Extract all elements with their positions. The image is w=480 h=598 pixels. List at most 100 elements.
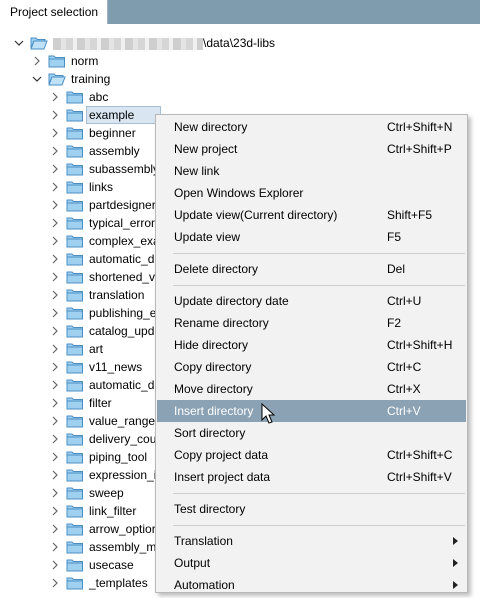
folder-icon	[66, 504, 84, 518]
chevron-right-icon[interactable]	[49, 145, 61, 157]
chevron-right-icon[interactable]	[49, 181, 61, 193]
folder-open-icon	[48, 72, 66, 86]
chevron-right-icon[interactable]	[49, 235, 61, 247]
chevron-right-icon[interactable]	[49, 559, 61, 571]
tree-node[interactable]: training	[0, 70, 480, 88]
menu-item-translation[interactable]: Translation	[157, 530, 466, 552]
chevron-right-icon[interactable]	[49, 253, 61, 265]
submenu-arrow-icon	[453, 581, 458, 589]
chevron-right-icon[interactable]	[49, 361, 61, 373]
menu-item-open-windows-explorer[interactable]: Open Windows Explorer	[157, 182, 466, 204]
tree-node-label: automatic_d	[89, 252, 155, 266]
menu-item-new-directory[interactable]: New directory Ctrl+Shift+N	[157, 116, 466, 138]
menu-item-automation[interactable]: Automation	[157, 574, 466, 596]
chevron-right-icon[interactable]	[49, 343, 61, 355]
chevron-right-icon[interactable]	[49, 397, 61, 409]
chevron-right-icon[interactable]	[49, 91, 61, 103]
chevron-right-icon[interactable]	[49, 469, 61, 481]
folder-icon	[66, 360, 84, 374]
menu-item-sort-directory[interactable]: Sort directory	[157, 422, 466, 444]
root-path-label: \data\23d-libs	[53, 36, 275, 50]
tree-node-label: example	[89, 108, 135, 122]
chevron-right-icon[interactable]	[49, 217, 61, 229]
folder-icon	[66, 396, 84, 410]
menu-item-update-view-current-directory[interactable]: Update view(Current directory) Shift+F5	[157, 204, 466, 226]
chevron-down-icon[interactable]	[31, 73, 43, 85]
menu-separator	[173, 493, 465, 494]
menu-item-move-directory[interactable]: Move directory Ctrl+X	[157, 378, 466, 400]
chevron-right-icon[interactable]	[31, 55, 43, 67]
menu-item-shortcut: F2	[387, 316, 402, 330]
submenu-arrow-icon	[453, 537, 458, 545]
chevron-right-icon[interactable]	[49, 289, 61, 301]
chevron-down-icon[interactable]	[13, 37, 25, 49]
folder-icon	[66, 108, 84, 122]
folder-icon	[66, 162, 84, 176]
chevron-right-icon[interactable]	[49, 577, 61, 589]
folder-icon	[66, 558, 84, 572]
menu-item-insert-project-data[interactable]: Insert project data Ctrl+Shift+V	[157, 466, 466, 488]
menu-item-label: Insert directory	[174, 404, 254, 418]
menu-item-new-link[interactable]: New link	[157, 160, 466, 182]
tree-node-label: abc	[89, 90, 109, 104]
folder-icon	[66, 288, 84, 302]
menu-item-label: Update view(Current directory)	[174, 208, 338, 222]
chevron-right-icon[interactable]	[49, 307, 61, 319]
chevron-right-icon[interactable]	[49, 127, 61, 139]
menu-item-label: Delete directory	[174, 262, 259, 276]
tree-node-label: beginner	[89, 126, 136, 140]
menu-item-copy-project-data[interactable]: Copy project data Ctrl+Shift+C	[157, 444, 466, 466]
chevron-right-icon[interactable]	[49, 163, 61, 175]
menu-item-shortcut: Ctrl+Shift+P	[387, 142, 452, 156]
tree-node-label: subassembly	[89, 162, 160, 176]
menu-item-shortcut: Ctrl+X	[387, 382, 421, 396]
context-menu: New directory Ctrl+Shift+N New project Ctrl…	[155, 114, 468, 593]
folder-icon	[66, 576, 84, 590]
chevron-right-icon[interactable]	[49, 271, 61, 283]
menu-item-test-directory[interactable]: Test directory	[157, 498, 466, 520]
menu-item-hide-directory[interactable]: Hide directory Ctrl+Shift+H	[157, 334, 466, 356]
menu-item-delete-directory[interactable]: Delete directory Del	[157, 258, 466, 280]
tree-root[interactable]: \data\23d-libs	[0, 34, 480, 52]
menu-item-label: Test directory	[174, 502, 246, 516]
menu-item-shortcut: Ctrl+Shift+V	[387, 470, 452, 484]
menu-item-copy-directory[interactable]: Copy directory Ctrl+C	[157, 356, 466, 378]
submenu-arrow-icon	[453, 559, 458, 567]
chevron-right-icon[interactable]	[49, 505, 61, 517]
chevron-right-icon[interactable]	[49, 541, 61, 553]
menu-item-label: Translation	[174, 534, 233, 548]
folder-icon	[66, 216, 84, 230]
menu-item-rename-directory[interactable]: Rename directory F2	[157, 312, 466, 334]
chevron-right-icon[interactable]	[49, 487, 61, 499]
tree-node[interactable]: norm	[0, 52, 480, 70]
chevron-right-icon[interactable]	[49, 415, 61, 427]
tree-node-label: publishing_e	[89, 306, 157, 320]
mouse-cursor-icon	[261, 403, 276, 424]
chevron-right-icon[interactable]	[49, 433, 61, 445]
chevron-right-icon[interactable]	[49, 109, 61, 121]
folder-icon	[66, 252, 84, 266]
tree-node-label: assembly	[89, 144, 140, 158]
menu-item-update-directory-date[interactable]: Update directory date Ctrl+U	[157, 290, 466, 312]
menu-item-insert-directory[interactable]: Insert directory Ctrl+V	[157, 400, 466, 422]
menu-item-label: New project	[174, 142, 238, 156]
folder-open-icon	[30, 36, 48, 50]
redacted-path	[53, 37, 203, 50]
chevron-right-icon[interactable]	[49, 199, 61, 211]
folder-icon	[66, 324, 84, 338]
menu-item-shortcut: Ctrl+Shift+N	[387, 120, 453, 134]
menu-item-output[interactable]: Output	[157, 552, 466, 574]
chevron-right-icon[interactable]	[49, 325, 61, 337]
folder-icon	[48, 54, 66, 68]
tree-node[interactable]: abc	[0, 88, 480, 106]
menu-item-update-view[interactable]: Update view F5	[157, 226, 466, 248]
folder-icon	[66, 378, 84, 392]
chevron-right-icon[interactable]	[49, 451, 61, 463]
folder-icon	[66, 450, 84, 464]
folder-icon	[66, 540, 84, 554]
tab-project-selection[interactable]: Project selection	[0, 0, 108, 24]
tree-node-label: sweep	[89, 486, 124, 500]
menu-item-new-project[interactable]: New project Ctrl+Shift+P	[157, 138, 466, 160]
chevron-right-icon[interactable]	[49, 523, 61, 535]
chevron-right-icon[interactable]	[49, 379, 61, 391]
